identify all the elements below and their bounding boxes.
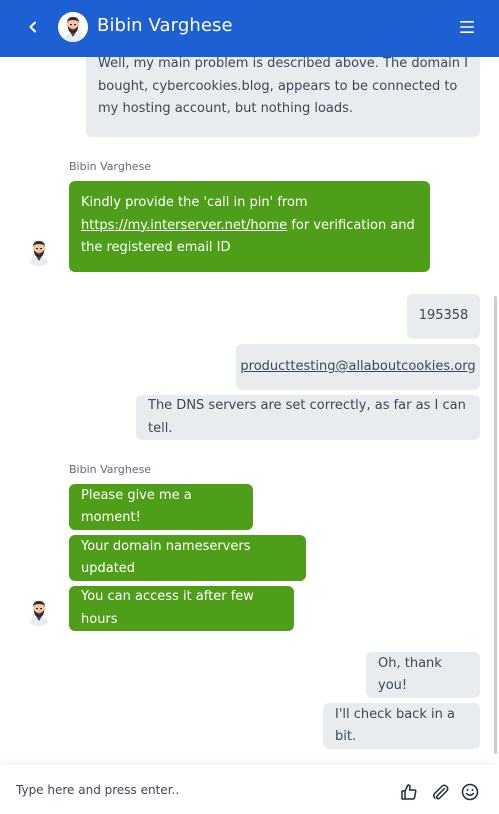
agent-avatar — [24, 236, 54, 266]
thumbs-up-icon — [401, 784, 417, 800]
message-text: The DNS servers are set correctly, as fa… — [148, 398, 466, 436]
chevron-left-icon — [29, 21, 36, 33]
agent-name: Bibin Varghese — [97, 15, 233, 36]
message-text: 195358 — [418, 308, 469, 324]
emoji-icon — [461, 783, 479, 801]
message-link[interactable]: https://my.interserver.net/home — [81, 218, 287, 233]
chat-header: Bibin Varghese — [0, 0, 499, 57]
composer — [0, 765, 499, 814]
sender-name: Bibin Varghese — [69, 160, 152, 173]
sender-name: Bibin Varghese — [69, 463, 152, 476]
incoming-message: Please give me a moment! — [69, 484, 253, 530]
emoji-button[interactable] — [460, 782, 480, 802]
menu-button[interactable] — [457, 17, 477, 37]
message-list[interactable]: Well, my main problem is described above… — [0, 57, 499, 765]
message-input[interactable] — [16, 780, 376, 800]
outgoing-message: 195358 — [407, 294, 480, 339]
hamburger-menu-icon — [460, 21, 474, 33]
message-text: Your domain nameservers updated — [81, 538, 251, 577]
scrollbar[interactable] — [494, 296, 497, 754]
outgoing-message: The DNS servers are set correctly, as fa… — [136, 395, 480, 440]
message-text: Kindly provide the 'call in pin' from — [81, 195, 308, 210]
incoming-message: Kindly provide the 'call in pin' from ht… — [69, 181, 430, 272]
message-text: Please give me a moment! — [81, 487, 192, 526]
back-button[interactable] — [22, 16, 44, 38]
paperclip-icon — [432, 784, 449, 800]
attach-button[interactable] — [430, 782, 450, 802]
incoming-message: Your domain nameservers updated — [69, 535, 306, 581]
agent-avatar — [24, 596, 54, 626]
thumbs-up-button[interactable] — [399, 782, 419, 802]
agent-avatar — [58, 12, 88, 42]
outgoing-message: producttesting@allaboutcookies.org — [236, 344, 480, 390]
outgoing-message: I'll check back in a bit. — [323, 703, 480, 749]
incoming-message: You can access it after few hours — [69, 586, 294, 631]
message-text: I'll check back in a bit. — [335, 706, 455, 745]
outgoing-message: Well, my main problem is described above… — [86, 57, 480, 137]
message-text: Oh, thank you! — [378, 655, 442, 694]
message-link[interactable]: producttesting@allaboutcookies.org — [240, 356, 475, 379]
outgoing-message: Oh, thank you! — [366, 652, 480, 698]
message-text: You can access it after few hours — [81, 589, 254, 627]
message-text: Well, my main problem is described above… — [98, 57, 468, 116]
